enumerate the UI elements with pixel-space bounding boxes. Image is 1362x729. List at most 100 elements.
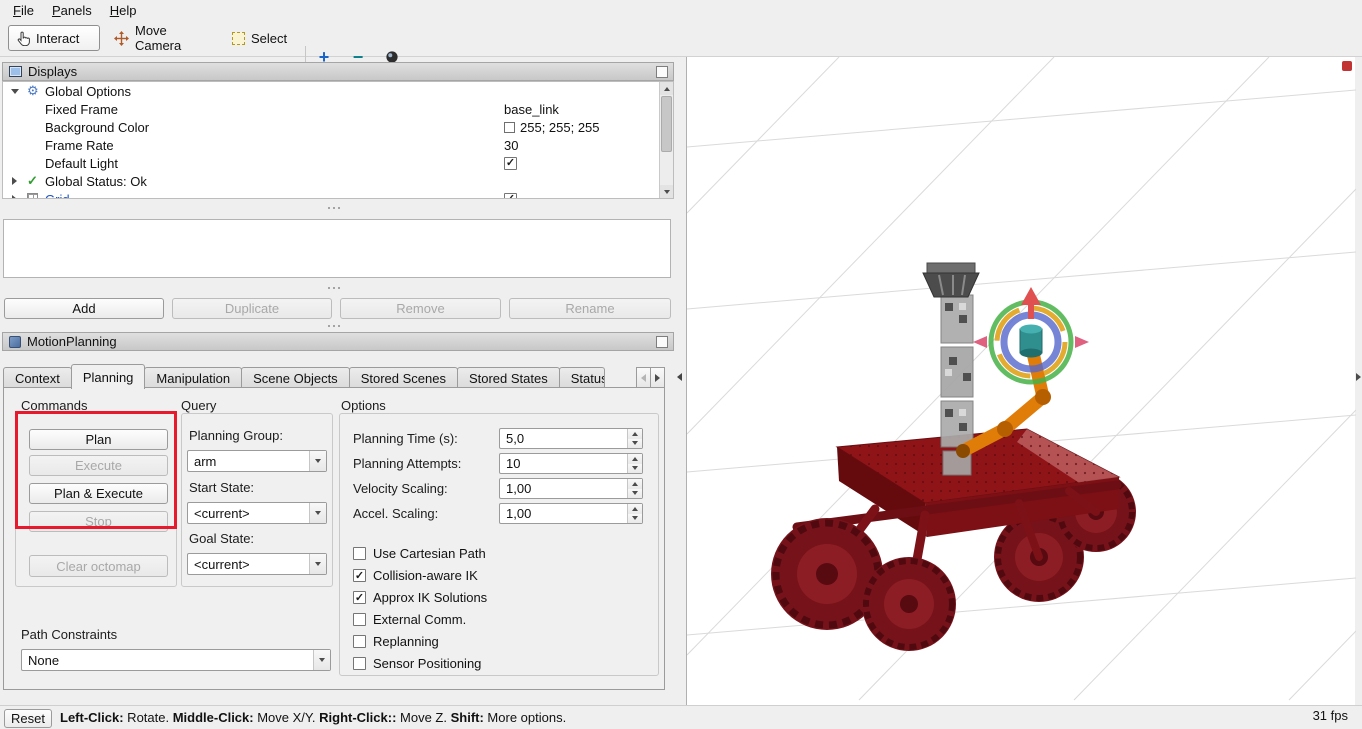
tree-row-grid[interactable]: Grid — [3, 190, 673, 199]
menu-help[interactable]: Help — [101, 2, 146, 19]
execute-button[interactable]: Execute — [29, 455, 168, 476]
tab-manipulation[interactable]: Manipulation — [144, 367, 242, 389]
fixed-frame-value[interactable]: base_link — [504, 102, 559, 117]
chevron-right-icon[interactable] — [12, 195, 17, 199]
tab-context[interactable]: Context — [3, 367, 72, 389]
tab-status[interactable]: Status — [559, 367, 605, 389]
toolbar: Interact Move Camera Select + − — [0, 20, 1362, 57]
replanning-checkbox[interactable] — [353, 635, 366, 648]
external-comm-row[interactable]: External Comm. — [353, 612, 466, 627]
sensor-positioning-row[interactable]: Sensor Positioning — [353, 656, 481, 671]
approx-ik-solutions-checkbox[interactable] — [353, 591, 366, 604]
displays-panel-header[interactable]: Displays — [2, 62, 674, 81]
tab-scroll-left-button[interactable] — [636, 367, 651, 388]
add-button[interactable]: Add — [4, 298, 164, 319]
tab-scroll-right-button[interactable] — [650, 367, 665, 388]
dropdown-arrow-icon — [309, 503, 326, 523]
mouse-help-text: Left-Click: Rotate. Middle-Click: Move X… — [60, 710, 566, 725]
red-arrow-marker — [1028, 305, 1034, 319]
use-cartesian-path-checkbox[interactable] — [353, 547, 366, 560]
3d-viewport[interactable] — [686, 57, 1355, 705]
move-camera-tool-button[interactable]: Move Camera — [106, 25, 218, 51]
reset-button[interactable]: Reset — [4, 709, 52, 728]
external-comm-checkbox[interactable] — [353, 613, 366, 626]
interact-tool-button[interactable]: Interact — [8, 25, 100, 51]
planning-attempts-spinbox[interactable]: 10 — [499, 453, 643, 474]
scroll-down-button[interactable] — [660, 185, 673, 198]
move-camera-tool-label: Move Camera — [135, 23, 210, 53]
vertical-splitter-right[interactable] — [1355, 57, 1362, 705]
planning-time-label: Planning Time (s): — [353, 431, 458, 446]
splitter-handle[interactable] — [328, 287, 340, 289]
spinbox-arrows[interactable] — [627, 454, 642, 473]
plan-and-execute-button[interactable]: Plan & Execute — [29, 483, 168, 504]
remove-button[interactable]: Remove — [340, 298, 501, 319]
query-group-label: Query — [181, 398, 216, 413]
stop-button[interactable]: Stop — [29, 511, 168, 532]
tree-row-background-color[interactable]: Background Color 255; 255; 255 — [3, 118, 673, 136]
scrollbar-thumb[interactable] — [661, 96, 672, 152]
frame-rate-value[interactable]: 30 — [504, 138, 518, 153]
approx-ik-solutions-row[interactable]: Approx IK Solutions — [353, 590, 487, 605]
goal-state-dropdown[interactable]: <current> — [187, 553, 327, 575]
collapse-right-icon[interactable] — [1356, 373, 1361, 381]
dropdown-arrow-icon — [309, 451, 326, 471]
default-light-checkbox[interactable] — [504, 157, 517, 170]
motionplanning-tabs: Context Planning Manipulation Scene Obje… — [3, 364, 636, 389]
planning-group-dropdown[interactable]: arm — [187, 450, 327, 472]
clear-octomap-button[interactable]: Clear octomap — [29, 555, 168, 577]
grid-checkbox[interactable] — [504, 193, 517, 200]
tab-planning[interactable]: Planning — [71, 364, 146, 389]
move-camera-icon — [114, 31, 129, 46]
planning-tab-content: Commands Plan Execute Plan & Execute Sto… — [3, 387, 665, 690]
background-color-value[interactable]: 255; 255; 255 — [504, 120, 600, 135]
tree-row-frame-rate[interactable]: Frame Rate 30 — [3, 136, 673, 154]
tree-row-fixed-frame[interactable]: Fixed Frame base_link — [3, 100, 673, 118]
select-tool-button[interactable]: Select — [224, 25, 300, 51]
path-constraints-dropdown[interactable]: None — [21, 649, 331, 671]
menu-file[interactable]: File — [4, 2, 43, 19]
tree-row-global-status[interactable]: ✓ Global Status: Ok — [3, 172, 673, 190]
collision-aware-ik-row[interactable]: Collision-aware IK — [353, 568, 478, 583]
splitter-handle[interactable] — [328, 207, 340, 209]
planning-time-spinbox[interactable]: 5,0 — [499, 428, 643, 449]
accel-scaling-spinbox[interactable]: 1,00 — [499, 503, 643, 524]
use-cartesian-path-row[interactable]: Use Cartesian Path — [353, 546, 486, 561]
scroll-up-button[interactable] — [660, 82, 673, 95]
motionplanning-float-button[interactable] — [656, 336, 668, 348]
spinbox-arrows[interactable] — [627, 479, 642, 498]
duplicate-button[interactable]: Duplicate — [172, 298, 332, 319]
collision-aware-ik-checkbox[interactable] — [353, 569, 366, 582]
tree-row-global-options[interactable]: ⚙ Global Options — [3, 82, 673, 100]
sensor-positioning-checkbox[interactable] — [353, 657, 366, 670]
rename-button[interactable]: Rename — [509, 298, 671, 319]
motionplanning-panel-header[interactable]: MotionPlanning — [2, 332, 674, 351]
chevron-right-icon[interactable] — [12, 177, 17, 185]
tab-stored-states[interactable]: Stored States — [457, 367, 560, 389]
displays-float-button[interactable] — [656, 66, 668, 78]
gear-icon: ⚙ — [27, 83, 39, 99]
plan-button[interactable]: Plan — [29, 429, 168, 450]
vertical-splitter[interactable] — [674, 57, 686, 705]
start-state-dropdown[interactable]: <current> — [187, 502, 327, 524]
tree-row-default-light[interactable]: Default Light — [3, 154, 673, 172]
chevron-down-icon[interactable] — [11, 89, 19, 94]
interactive-marker[interactable] — [973, 287, 1089, 382]
menu-panels[interactable]: Panels — [43, 2, 101, 19]
spinbox-arrows[interactable] — [627, 504, 642, 523]
spinbox-arrows[interactable] — [627, 429, 642, 448]
velocity-scaling-spinbox[interactable]: 1,00 — [499, 478, 643, 499]
menu-bar: File Panels Help — [0, 0, 1362, 20]
replanning-row[interactable]: Replanning — [353, 634, 439, 649]
tab-scene-objects[interactable]: Scene Objects — [241, 367, 350, 389]
interact-hand-icon — [17, 31, 30, 46]
tree-row-label: Default Light — [45, 156, 118, 171]
tree-scrollbar[interactable] — [659, 82, 673, 198]
status-bar: Reset Left-Click: Rotate. Middle-Click: … — [0, 705, 1362, 729]
displays-empty-panel — [3, 219, 671, 278]
monitor-icon — [9, 66, 22, 77]
collapse-left-icon[interactable] — [677, 373, 682, 381]
tab-stored-scenes[interactable]: Stored Scenes — [349, 367, 458, 389]
splitter-handle[interactable] — [328, 325, 340, 327]
planning-attempts-label: Planning Attempts: — [353, 456, 461, 471]
